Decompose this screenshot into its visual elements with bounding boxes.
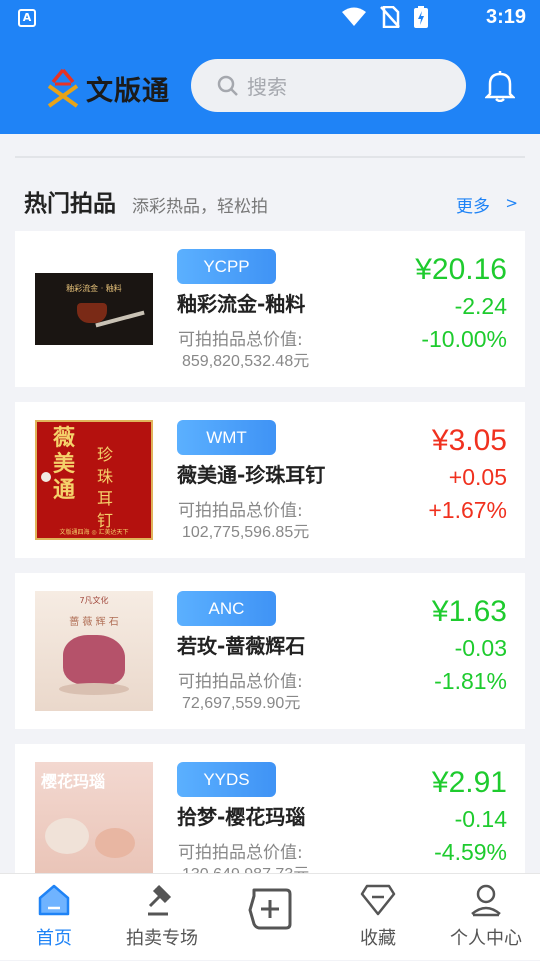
wifi-icon [342,7,366,26]
hot-items-header: 热门拍品 添彩热品，轻松拍 更多 > [24,184,524,220]
thumb-footer: 文版通四海 ◎ 汇美达天下 [59,529,129,536]
section-title: 热门拍品 [24,191,116,217]
product-price: ¥2.91 [431,766,507,799]
price-change-percent: -1.81% [434,668,507,694]
collect-icon [360,884,396,916]
status-bar: A 3:19 [0,0,540,36]
search-icon [217,75,238,96]
total-value: 102,775,596.85元 [182,524,310,541]
thumb-caption: 釉彩流金 · 釉料 [66,284,122,293]
product-thumbnail: 樱花玛瑙 [35,762,153,882]
product-thumbnail: 7凡文化 蔷 薇 辉 石 [35,591,153,711]
add-icon [248,888,292,930]
product-price: ¥3.05 [431,424,507,457]
thumb-caption: 薇美通 [53,426,76,503]
product-card[interactable]: 釉彩流金 · 釉料 YCPP 釉彩流金-釉料 可拍拍品总价值: 859,820,… [15,231,525,387]
price-change-percent: +1.67% [428,497,507,523]
home-icon [38,884,70,916]
product-code-badge: WMT [177,420,276,455]
battery-icon [414,6,428,28]
logo-text: 文版通 [86,75,170,107]
user-icon [471,884,501,917]
price-change-percent: -10.00% [421,326,507,352]
nav-auction[interactable]: 拍卖专场 [108,874,216,961]
price-change: +0.05 [448,464,507,490]
product-name: 釉彩流金-釉料 [177,292,306,316]
thumb-caption: 蔷 薇 辉 石 [69,617,119,628]
nav-label: 收藏 [360,928,396,949]
product-code-badge: ANC [177,591,276,626]
app-logo: 文版通 [46,68,170,108]
notification-bell-icon[interactable] [485,70,515,102]
thumb-caption: 7凡文化 [79,596,109,605]
search-bar[interactable]: 搜索 [191,59,466,112]
more-link[interactable]: 更多 [456,192,490,217]
product-card[interactable]: 7凡文化 蔷 薇 辉 石 ANC 若玫-蔷薇辉石 可拍拍品总价值: 72,697… [15,573,525,729]
nav-collect[interactable]: 收藏 [324,874,432,961]
section-subtitle: 添彩热品，轻松拍 [132,197,268,217]
total-value: 72,697,559.90元 [182,695,301,712]
thumb-caption: 珍珠耳钉 [97,445,114,530]
product-price: ¥1.63 [431,595,507,628]
app-header: A 3:19 文版通 搜索 [0,0,540,134]
nav-label: 拍卖专场 [126,928,198,949]
product-thumbnail: 薇美通 珍珠耳钉 文版通四海 ◎ 汇美达天下 [35,420,153,540]
product-code-badge: YCPP [177,249,276,284]
status-time: 3:19 [485,6,526,28]
product-price: ¥20.16 [415,253,507,286]
product-code-badge: YYDS [177,762,276,797]
nav-home[interactable]: 首页 [0,874,108,961]
product-name: 拾梦-樱花玛瑙 [177,805,306,829]
bottom-nav: 首页 拍卖专场 收藏 个人中心 [0,873,540,960]
price-change-percent: -4.59% [434,839,507,865]
nav-profile[interactable]: 个人中心 [432,874,540,961]
price-change: -0.14 [454,806,507,832]
product-thumbnail: 釉彩流金 · 釉料 [35,249,153,369]
search-placeholder: 搜索 [247,75,287,99]
nav-add[interactable] [216,874,324,961]
thumb-caption: 樱花玛瑙 [41,772,106,791]
nav-label: 首页 [36,928,72,949]
logo-mark-icon [47,68,79,108]
product-card[interactable]: 薇美通 珍珠耳钉 文版通四海 ◎ 汇美达天下 WMT 薇美通-珍珠耳钉 可拍拍品… [15,402,525,558]
gavel-icon [148,884,172,916]
app-notification-icon: A [18,9,36,27]
product-name: 若玫-蔷薇辉石 [177,634,306,658]
chevron-right-icon[interactable]: > [505,194,518,212]
total-value: 859,820,532.48元 [182,353,310,370]
nav-label: 个人中心 [450,928,522,949]
price-change: -0.03 [454,635,507,661]
status-icons [342,6,428,28]
divider [15,156,525,158]
product-name: 薇美通-珍珠耳钉 [177,463,326,487]
no-sim-icon [380,6,400,28]
price-change: -2.24 [454,293,507,319]
